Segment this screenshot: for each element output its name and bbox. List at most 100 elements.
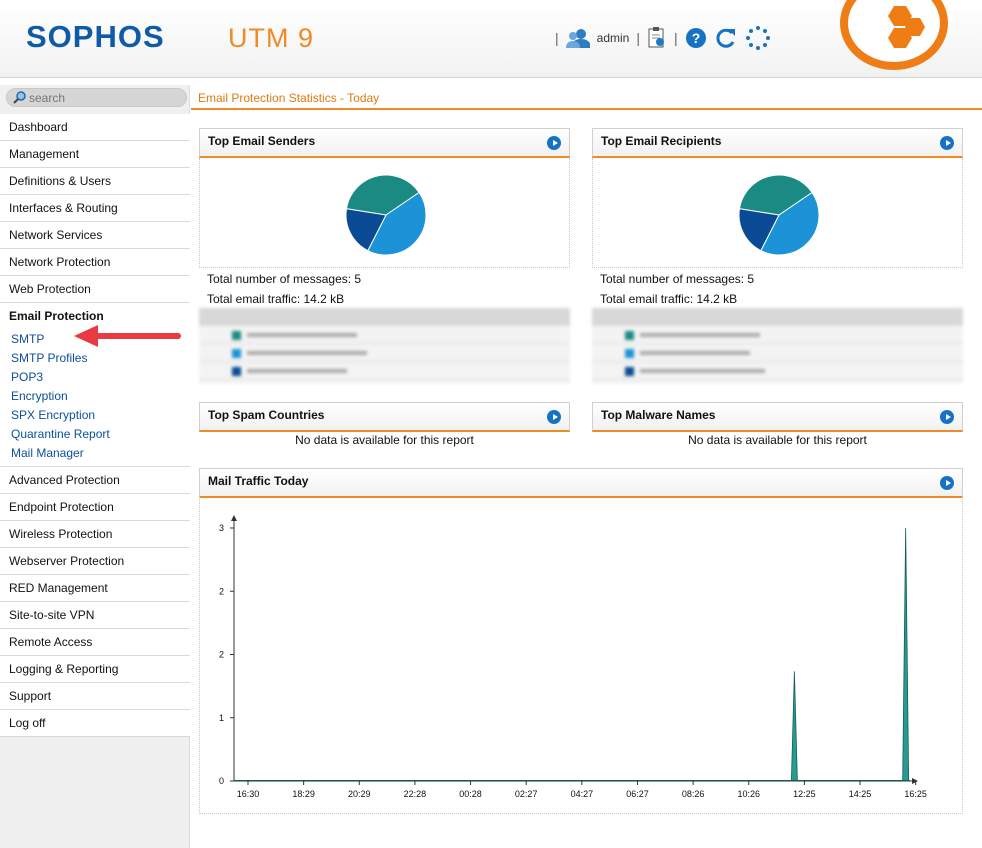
y-tick-label: 1 — [219, 713, 224, 723]
traffic-chart: 3 2 2 1 0 16:30 18:29 20:29 22:28 00:28 02:27 04:27… — [219, 515, 927, 799]
nav-item-log-off[interactable]: Log off — [0, 710, 190, 737]
sophos-logo: SOPHOS — [26, 19, 165, 54]
sophos-badge-logo — [840, 0, 948, 70]
nav-item-endpoint-protection[interactable]: Endpoint Protection — [0, 494, 190, 521]
svg-text:?: ? — [691, 30, 700, 46]
product-name: UTM 9 — [228, 23, 314, 53]
y-tick-label: 2 — [219, 586, 224, 596]
traffic-spike — [902, 527, 910, 782]
subnav-smtp-profiles[interactable]: SMTP Profiles — [0, 349, 190, 368]
panel-top-email-senders: Top Email Senders — [199, 128, 570, 268]
panel-top-malware-names: Top Malware Names No data is available f… — [592, 402, 963, 447]
x-tick-label: 02:27 — [515, 789, 538, 799]
nav-item-support[interactable]: Support — [0, 683, 190, 710]
no-data-message: No data is available for this report — [295, 433, 474, 447]
x-tick-label: 14:25 — [849, 789, 872, 799]
search-input[interactable] — [29, 90, 179, 105]
nav-item-web-protection[interactable]: Web Protection — [0, 276, 190, 303]
sidebar: Dashboard Management Definitions & Users… — [0, 85, 190, 848]
panel-title: Top Email Recipients — [601, 134, 722, 148]
table-row — [199, 344, 570, 362]
senders-table-redacted — [199, 308, 570, 384]
panel-top-email-recipients: Top Email Recipients — [592, 128, 963, 268]
panel-header: Mail Traffic Today — [199, 468, 963, 498]
panel-title: Top Malware Names — [601, 408, 716, 422]
x-tick-label: 22:28 — [404, 789, 427, 799]
subnav-encryption[interactable]: Encryption — [0, 387, 190, 406]
nav-item-logging-reporting[interactable]: Logging & Reporting — [0, 656, 190, 683]
x-tick-label: 04:27 — [571, 789, 594, 799]
go-arrow-icon[interactable] — [547, 410, 561, 424]
go-arrow-icon[interactable] — [940, 410, 954, 424]
panel-header: Top Spam Countries — [199, 402, 570, 432]
subnav-pop3[interactable]: POP3 — [0, 368, 190, 387]
total-messages: Total number of messages: 5 — [207, 272, 362, 286]
email-protection-submenu: SMTP SMTP Profiles POP3 Encryption SPX E… — [0, 330, 190, 467]
x-tick-label: 10:26 — [737, 789, 760, 799]
subnav-mail-manager[interactable]: Mail Manager — [0, 444, 190, 463]
nav-item-management[interactable]: Management — [0, 141, 190, 168]
panel-header: Top Email Senders — [199, 128, 570, 158]
x-tick-label: 16:30 — [237, 789, 260, 799]
nav-item-site-to-site-vpn[interactable]: Site-to-site VPN — [0, 602, 190, 629]
panel-body — [592, 158, 963, 268]
clipboard-icon[interactable] — [647, 27, 667, 49]
page-title: Email Protection Statistics - Today — [191, 85, 982, 110]
subnav-spx-encryption[interactable]: SPX Encryption — [0, 406, 190, 425]
total-traffic: Total email traffic: 14.2 kB — [207, 292, 345, 306]
x-tick-label: 08:26 — [682, 789, 705, 799]
nav-item-red-management[interactable]: RED Management — [0, 575, 190, 602]
search-icon — [13, 91, 26, 104]
total-traffic: Total email traffic: 14.2 kB — [600, 292, 738, 306]
nav-item-definitions-users[interactable]: Definitions & Users — [0, 168, 190, 195]
nav-item-wireless-protection[interactable]: Wireless Protection — [0, 521, 190, 548]
panel-top-spam-countries: Top Spam Countries No data is available … — [199, 402, 570, 447]
x-tick-label: 20:29 — [348, 789, 371, 799]
annotation-arrow — [74, 325, 181, 347]
nav-item-webserver-protection[interactable]: Webserver Protection — [0, 548, 190, 575]
nav-item-dashboard[interactable]: Dashboard — [0, 114, 190, 141]
pie-chart — [345, 174, 427, 256]
nav-item-network-services[interactable]: Network Services — [0, 222, 190, 249]
traffic-chart-area: 3 2 2 1 0 16:30 18:29 20:29 22:28 00:28 02:27 04:27… — [199, 497, 963, 814]
separator: | — [673, 30, 678, 46]
x-tick-label: 18:29 — [292, 789, 315, 799]
help-icon[interactable]: ? — [685, 27, 707, 49]
table-row — [592, 326, 963, 344]
nav-item-interfaces-routing[interactable]: Interfaces & Routing — [0, 195, 190, 222]
go-arrow-icon[interactable] — [940, 476, 954, 490]
no-data-message: No data is available for this report — [688, 433, 867, 447]
panel-mail-traffic-today: Mail Traffic Today — [199, 468, 963, 498]
reload-icon[interactable] — [714, 27, 738, 49]
x-tick-label: 16:25 — [904, 789, 927, 799]
table-row — [592, 362, 963, 380]
search-box[interactable] — [6, 88, 187, 107]
y-axis-arrow — [231, 515, 237, 521]
x-tick-label: 06:27 — [626, 789, 649, 799]
pie-chart — [738, 174, 820, 256]
go-arrow-icon[interactable] — [547, 136, 561, 150]
table-row — [199, 362, 570, 380]
y-tick-label: 0 — [219, 776, 224, 786]
table-row — [592, 344, 963, 362]
separator: | — [636, 30, 640, 46]
table-row — [199, 326, 570, 344]
subnav-quarantine-report[interactable]: Quarantine Report — [0, 425, 190, 444]
traffic-spike — [790, 671, 798, 782]
x-tick-label: 00:28 — [459, 789, 482, 799]
total-messages: Total number of messages: 5 — [600, 272, 755, 286]
table-header — [592, 308, 963, 326]
nav-item-network-protection[interactable]: Network Protection — [0, 249, 190, 276]
recipients-table-redacted — [592, 308, 963, 384]
x-axis-arrow — [912, 778, 918, 784]
panel-header: Top Email Recipients — [592, 128, 963, 158]
y-tick-label: 3 — [219, 523, 224, 533]
nav-item-remote-access[interactable]: Remote Access — [0, 629, 190, 656]
user-icon[interactable] — [565, 28, 590, 48]
go-arrow-icon[interactable] — [940, 136, 954, 150]
username-label[interactable]: admin — [597, 31, 630, 45]
top-header: SOPHOS UTM 9 | admin | | ? — [0, 0, 982, 78]
nav-item-advanced-protection[interactable]: Advanced Protection — [0, 467, 190, 494]
panel-header: Top Malware Names — [592, 402, 963, 432]
header-toolbar: | admin | | ? — [555, 25, 771, 51]
